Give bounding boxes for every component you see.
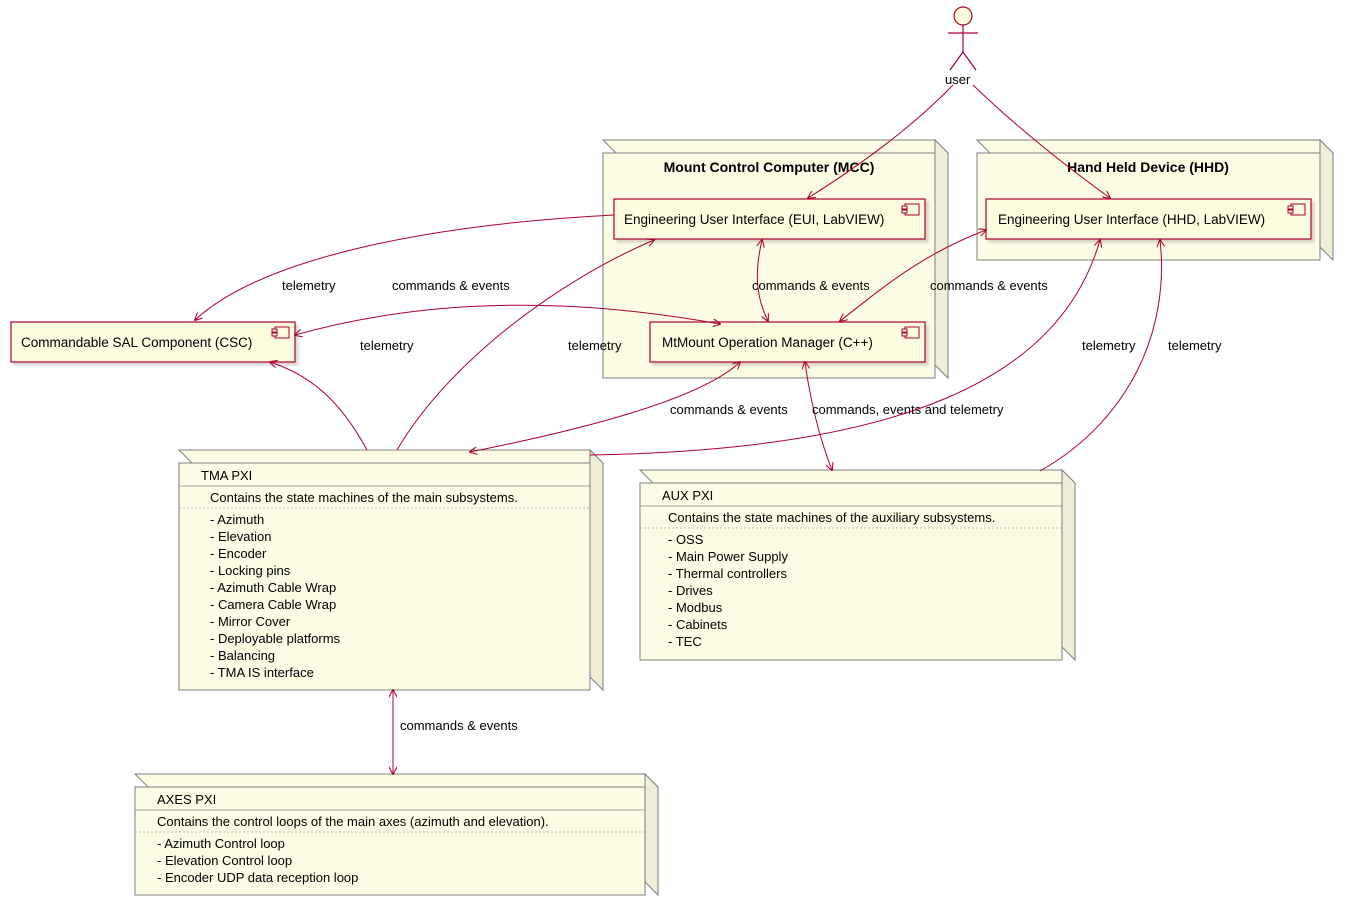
node-hhd-title: Hand Held Device (HHD) bbox=[1067, 159, 1229, 175]
object-tma: TMA PXI Contains the state machines of t… bbox=[179, 450, 603, 690]
tma-item: - Mirror Cover bbox=[210, 614, 291, 629]
tma-item: - Camera Cable Wrap bbox=[210, 597, 336, 612]
tma-item: - TMA IS interface bbox=[210, 665, 314, 680]
label-tma-hhd-tel: telemetry bbox=[1082, 338, 1136, 353]
component-csc: Commandable SAL Component (CSC) bbox=[11, 322, 295, 362]
label-aux-hhd-tel: telemetry bbox=[1168, 338, 1222, 353]
component-eui: Engineering User Interface (EUI, LabVIEW… bbox=[614, 199, 925, 239]
object-tma-subtitle: Contains the state machines of the main … bbox=[210, 490, 518, 505]
object-aux-title: AUX PXI bbox=[662, 488, 713, 503]
actor-user: user bbox=[945, 7, 978, 87]
axes-item: - Encoder UDP data reception loop bbox=[157, 870, 358, 885]
aux-item: - Main Power Supply bbox=[668, 549, 788, 564]
tma-item: - Encoder bbox=[210, 546, 267, 561]
aux-item: - Cabinets bbox=[668, 617, 728, 632]
label-tma-axes: commands & events bbox=[400, 718, 518, 733]
object-aux: AUX PXI Contains the state machines of t… bbox=[640, 470, 1075, 660]
object-aux-subtitle: Contains the state machines of the auxil… bbox=[668, 510, 995, 525]
tma-item: - Locking pins bbox=[210, 563, 291, 578]
tma-item: - Azimuth bbox=[210, 512, 264, 527]
tma-item: - Balancing bbox=[210, 648, 275, 663]
label-opman-tma: commands & events bbox=[670, 402, 788, 417]
object-axes: AXES PXI Contains the control loops of t… bbox=[135, 774, 658, 895]
aux-item: - Thermal controllers bbox=[668, 566, 787, 581]
label-hhd-opman: commands & events bbox=[930, 278, 1048, 293]
label-telemetry-csc: telemetry bbox=[282, 278, 336, 293]
label-eui-opman: commands & events bbox=[752, 278, 870, 293]
component-hhd-eui: Engineering User Interface (HHD, LabVIEW… bbox=[986, 199, 1311, 239]
label-opman-aux: commands, events and telemetry bbox=[812, 402, 1004, 417]
object-tma-title: TMA PXI bbox=[201, 468, 252, 483]
label-csc-cmd: commands & events bbox=[392, 278, 510, 293]
aux-item: - Drives bbox=[668, 583, 713, 598]
tma-item: - Elevation bbox=[210, 529, 271, 544]
component-csc-label: Commandable SAL Component (CSC) bbox=[21, 335, 252, 350]
edge-aux-hhd-tel bbox=[1040, 240, 1162, 471]
edge-tma-csc-tel bbox=[270, 362, 367, 450]
aux-item: - TEC bbox=[668, 634, 702, 649]
node-mcc-title: Mount Control Computer (MCC) bbox=[664, 159, 875, 175]
actor-label: user bbox=[945, 72, 971, 87]
component-opman: MtMount Operation Manager (C++) bbox=[650, 322, 925, 362]
edge-csc-telemetry bbox=[195, 215, 614, 320]
component-eui-label: Engineering User Interface (EUI, LabVIEW… bbox=[624, 212, 884, 227]
aux-item: - Modbus bbox=[668, 600, 723, 615]
object-axes-subtitle: Contains the control loops of the main a… bbox=[157, 814, 549, 829]
object-axes-title: AXES PXI bbox=[157, 792, 216, 807]
aux-item: - OSS bbox=[668, 532, 704, 547]
component-hhd-eui-label: Engineering User Interface (HHD, LabVIEW… bbox=[998, 212, 1265, 227]
label-tma-csc-tel: telemetry bbox=[360, 338, 414, 353]
tma-item: - Deployable platforms bbox=[210, 631, 341, 646]
label-tma-eui-tel: telemetry bbox=[568, 338, 622, 353]
tma-item: - Azimuth Cable Wrap bbox=[210, 580, 336, 595]
axes-item: - Elevation Control loop bbox=[157, 853, 292, 868]
axes-item: - Azimuth Control loop bbox=[157, 836, 285, 851]
component-opman-label: MtMount Operation Manager (C++) bbox=[662, 335, 873, 350]
